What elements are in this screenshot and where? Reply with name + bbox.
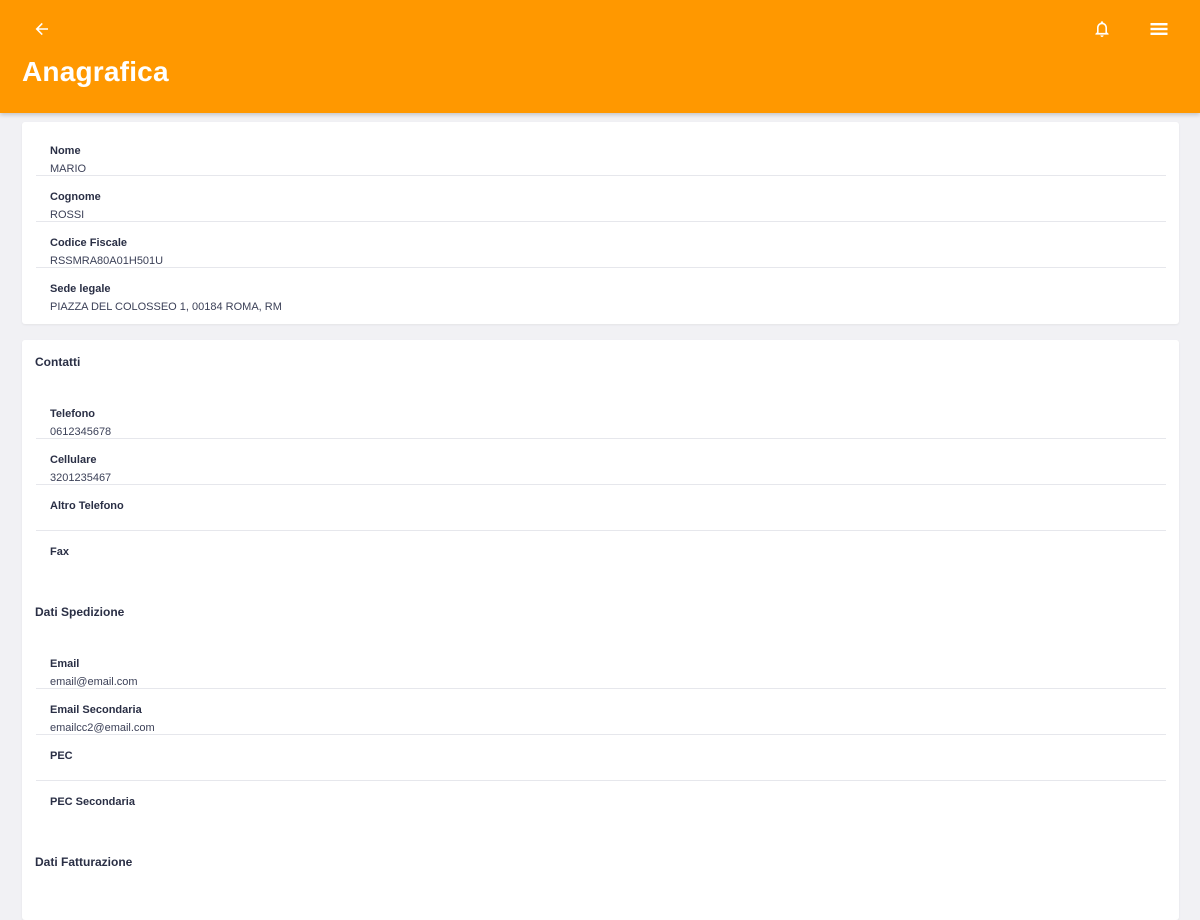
field-value: emailcc2@email.com [50,722,155,734]
field-label: Cognome [50,191,101,203]
field-label: Email Secondaria [50,704,142,716]
contacts-card: Contatti Telefono 0612345678 Cellulare 3… [22,340,1179,920]
hamburger-menu-icon [1150,23,1168,35]
field-sede-legale: Sede legale PIAZZA DEL COLOSSEO 1, 00184… [36,267,1166,313]
field-email-secondaria: Email Secondaria emailcc2@email.com [36,688,1166,735]
section-title-dati-spedizione: Dati Spedizione [35,605,125,619]
field-label: Cellulare [50,454,97,466]
field-value: MARIO [50,163,87,175]
page-title: Anagrafica [22,56,169,87]
field-label: Codice Fiscale [50,237,128,249]
notifications-button[interactable] [1084,11,1120,47]
identity-card: Nome MARIO Cognome ROSSI Codice Fiscale … [22,122,1179,324]
field-label: PEC [50,750,73,762]
field-label: Nome [50,145,81,157]
field-codice-fiscale: Codice Fiscale RSSMRA80A01H501U [36,221,1166,268]
field-label: Fax [50,546,69,558]
field-value: RSSMRA80A01H501U [50,255,164,267]
field-pec-secondaria: PEC Secondaria [36,780,1166,826]
back-button[interactable] [24,11,60,47]
field-pec: PEC [36,734,1166,781]
field-label: Email [50,658,80,670]
section-title-contatti: Contatti [35,355,81,369]
field-value: email@email.com [50,676,138,688]
field-label: PEC Secondaria [50,796,135,808]
field-value: 3201235467 [50,472,112,484]
field-value: 0612345678 [50,426,112,438]
field-label: Telefono [50,408,96,420]
field-email: Email email@email.com [36,642,1166,689]
field-altro-telefono: Altro Telefono [36,484,1166,531]
field-telefono: Telefono 0612345678 [36,392,1166,439]
field-label: Sede legale [50,283,111,295]
field-cellulare: Cellulare 3201235467 [36,438,1166,485]
field-cognome: Cognome ROSSI [36,175,1166,222]
section-title-dati-fatturazione: Dati Fatturazione [35,855,133,869]
arrow-left-icon [35,22,48,36]
field-value: PIAZZA DEL COLOSSEO 1, 00184 ROMA, RM [50,301,282,313]
field-label: Altro Telefono [50,500,124,512]
field-nome: Nome MARIO [36,129,1166,176]
field-value: ROSSI [50,209,85,221]
bell-icon [1095,21,1109,37]
field-fax: Fax [36,530,1166,576]
app-bar: Anagrafica [0,0,1200,113]
menu-button[interactable] [1141,11,1177,47]
